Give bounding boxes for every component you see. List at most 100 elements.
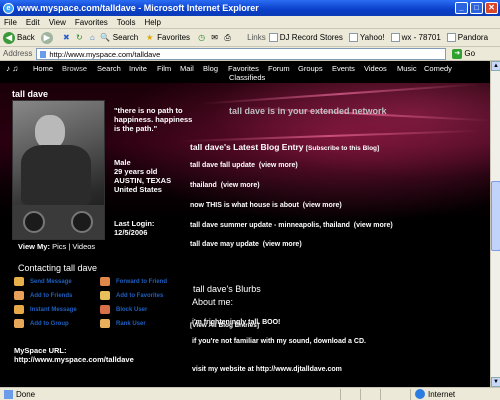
scroll-down-icon[interactable]: ▼ bbox=[491, 377, 500, 387]
search-button[interactable]: 🔍 Search bbox=[100, 32, 138, 43]
profile-name: tall dave bbox=[12, 89, 49, 99]
window-title: www.myspace.com/talldave - Microsoft Int… bbox=[17, 3, 259, 13]
light-streak bbox=[180, 129, 480, 143]
rank-user-button[interactable]: Rank User bbox=[100, 319, 146, 328]
browser-window: e www.myspace.com/talldave - Microsoft I… bbox=[0, 0, 500, 400]
nav-home[interactable]: Home bbox=[33, 64, 53, 73]
nav-comedy[interactable]: Comedy bbox=[424, 64, 452, 73]
blog-entry: thailand (view more) bbox=[190, 182, 260, 189]
send-message-button[interactable]: Send Message bbox=[14, 277, 72, 286]
nav-film[interactable]: Film bbox=[157, 64, 171, 73]
block-icon bbox=[100, 305, 110, 314]
view-my-label: View My: bbox=[18, 242, 50, 251]
myspace-logo[interactable]: ♪ ♫ bbox=[6, 64, 18, 73]
toolbar: ◀ Back ▶ ✖ ↻ ⌂ 🔍 Search ★ Favorites ◷ ✉ … bbox=[0, 29, 500, 47]
nav-favorites[interactable]: Favorites bbox=[228, 64, 259, 73]
back-button[interactable]: ◀ Back bbox=[3, 31, 35, 44]
link-weather[interactable]: wx - 78701 bbox=[390, 33, 441, 42]
security-zone: Internet bbox=[415, 389, 455, 399]
vertical-scrollbar[interactable]: ▲ ▼ bbox=[490, 61, 500, 387]
home-icon[interactable]: ⌂ bbox=[87, 32, 98, 43]
extended-network-message: tall dave is in your extended network bbox=[229, 106, 387, 116]
menu-view[interactable]: View bbox=[49, 18, 66, 27]
star-icon: ★ bbox=[146, 33, 154, 42]
menu-help[interactable]: Help bbox=[144, 18, 160, 27]
blog-entry-title[interactable]: tall dave fall update bbox=[190, 162, 255, 169]
about-line-website[interactable]: visit my website at http://www.djtalldav… bbox=[192, 366, 342, 373]
menu-favorites[interactable]: Favorites bbox=[75, 18, 108, 27]
address-bar: Address http://www.myspace.com/talldave … bbox=[0, 47, 500, 61]
print-icon[interactable]: ⎙ bbox=[222, 32, 233, 43]
status-icon bbox=[4, 389, 13, 399]
photo-body bbox=[21, 145, 91, 205]
blog-heading: tall dave's Latest Blog Entry bbox=[190, 142, 304, 152]
blog-entry-title[interactable]: now THIS is what house is about bbox=[190, 202, 299, 209]
view-more-link[interactable]: (view more) bbox=[221, 182, 260, 189]
link-pandora[interactable]: Pandora bbox=[446, 33, 488, 42]
profile-country: United States bbox=[114, 185, 162, 194]
view-more-link[interactable]: (view more) bbox=[354, 222, 393, 229]
menu-tools[interactable]: Tools bbox=[117, 18, 136, 27]
about-line: if you're not familiar with my sound, do… bbox=[192, 338, 366, 345]
history-icon[interactable]: ◷ bbox=[196, 32, 207, 43]
favorites-button[interactable]: ★ Favorites bbox=[144, 32, 190, 43]
last-login-date: 12/5/2006 bbox=[114, 228, 148, 237]
nav-search[interactable]: Search bbox=[97, 64, 121, 73]
go-button[interactable]: ➜ Go bbox=[452, 48, 475, 59]
add-to-favorites-button[interactable]: Add to Favorites bbox=[100, 291, 163, 300]
close-button[interactable]: ✕ bbox=[485, 2, 498, 14]
blog-entry-title[interactable]: tall dave summer update - minneapolis, t… bbox=[190, 222, 350, 229]
forward-to-friend-button[interactable]: Forward to Friend bbox=[100, 277, 167, 286]
back-label: Back bbox=[17, 33, 35, 42]
block-user-button[interactable]: Block User bbox=[100, 305, 147, 314]
view-more-link[interactable]: (view more) bbox=[259, 162, 298, 169]
blog-entry-title[interactable]: thailand bbox=[190, 182, 217, 189]
menu-edit[interactable]: Edit bbox=[26, 18, 40, 27]
mail-icon[interactable]: ✉ bbox=[209, 32, 220, 43]
nav-mail[interactable]: Mail bbox=[180, 64, 194, 73]
nav-blog[interactable]: Blog bbox=[203, 64, 218, 73]
view-more-link[interactable]: (view more) bbox=[303, 202, 342, 209]
back-arrow-icon: ◀ bbox=[3, 31, 15, 44]
nav-forum[interactable]: Forum bbox=[268, 64, 290, 73]
nav-browse[interactable]: Browse bbox=[62, 64, 87, 73]
add-to-group-button[interactable]: Add to Group bbox=[14, 319, 69, 328]
nav-events[interactable]: Events bbox=[332, 64, 355, 73]
nav-invite[interactable]: Invite bbox=[129, 64, 147, 73]
scroll-thumb[interactable] bbox=[491, 181, 500, 251]
forward-arrow-icon: ▶ bbox=[40, 31, 53, 44]
nav-classifieds[interactable]: Classifieds bbox=[229, 73, 265, 82]
forward-button[interactable]: ▶ bbox=[40, 31, 55, 44]
menu-file[interactable]: File bbox=[4, 18, 17, 27]
subscribe-link[interactable]: [Subscribe to this Blog] bbox=[306, 145, 379, 152]
page-icon bbox=[39, 49, 48, 59]
status-text: Done bbox=[16, 389, 36, 399]
search-label: Search bbox=[112, 33, 139, 42]
about-me-title: About me: bbox=[192, 297, 234, 307]
minimize-button[interactable]: _ bbox=[455, 2, 468, 14]
link-dj-record-stores[interactable]: DJ Record Stores bbox=[268, 33, 343, 42]
refresh-icon[interactable]: ↻ bbox=[74, 32, 85, 43]
profile-quote: "there is no path to happiness. happines… bbox=[114, 106, 193, 133]
page-icon bbox=[348, 33, 358, 42]
view-more-link[interactable]: (view more) bbox=[263, 241, 302, 248]
view-videos-link[interactable]: Videos bbox=[72, 242, 95, 251]
favorite-icon bbox=[100, 291, 110, 300]
maximize-button[interactable]: □ bbox=[470, 2, 483, 14]
nav-music[interactable]: Music bbox=[397, 64, 417, 73]
nav-videos[interactable]: Videos bbox=[364, 64, 387, 73]
blog-entry-title[interactable]: tall dave may update bbox=[190, 241, 259, 248]
nav-groups[interactable]: Groups bbox=[298, 64, 323, 73]
scroll-up-icon[interactable]: ▲ bbox=[491, 61, 500, 71]
favorites-label: Favorites bbox=[157, 33, 191, 42]
view-pics-link[interactable]: Pics bbox=[52, 242, 66, 251]
title-bar: e www.myspace.com/talldave - Microsoft I… bbox=[0, 0, 500, 16]
links-label: Links bbox=[247, 33, 266, 42]
profile-photo[interactable] bbox=[12, 100, 105, 240]
instant-message-button[interactable]: Instant Message bbox=[14, 305, 77, 314]
link-yahoo[interactable]: Yahoo! bbox=[348, 33, 385, 42]
myspace-url-label: MySpace URL: bbox=[14, 346, 67, 355]
add-to-friends-button[interactable]: Add to Friends bbox=[14, 291, 72, 300]
address-input[interactable]: http://www.myspace.com/talldave bbox=[36, 47, 447, 60]
stop-icon[interactable]: ✖ bbox=[61, 32, 72, 43]
